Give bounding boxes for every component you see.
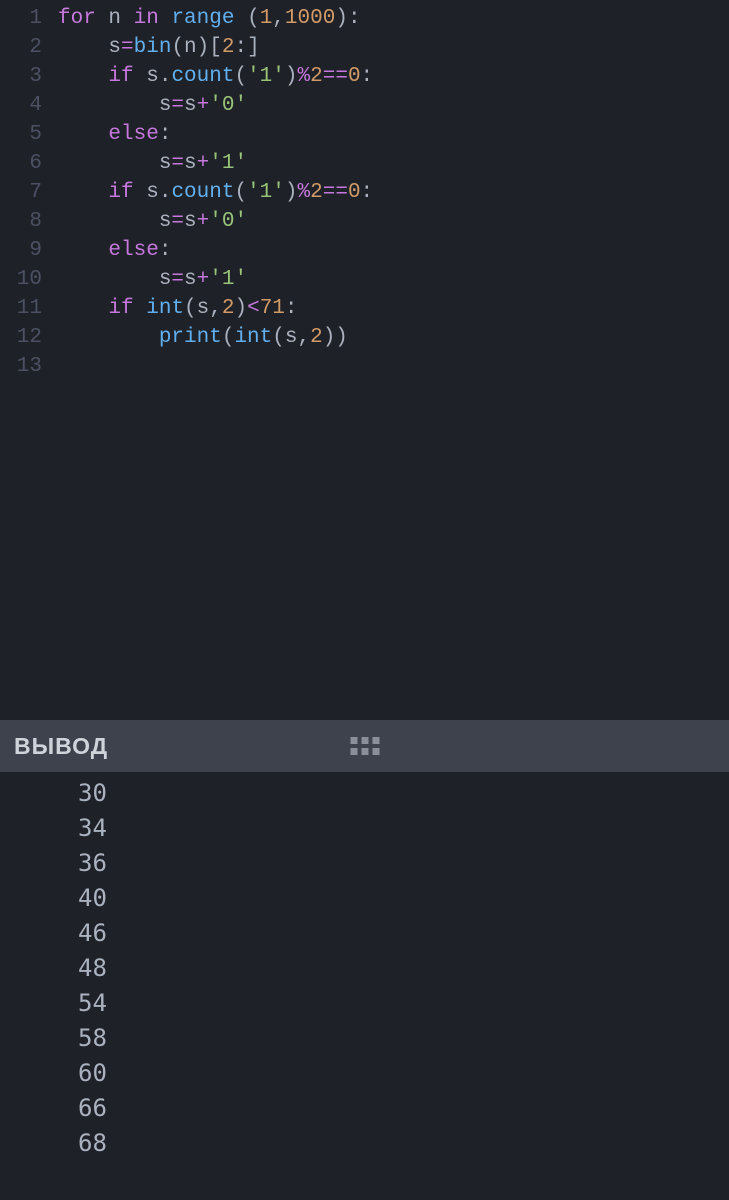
code-line[interactable]: s=s+'1' [58,265,729,294]
line-number: 9 [0,236,42,265]
code-line[interactable]: if s.count('1')%2==0: [58,178,729,207]
output-line: 40 [0,881,729,916]
code-line[interactable]: s=bin(n)[2:] [58,33,729,62]
line-number: 11 [0,294,42,323]
line-number: 2 [0,33,42,62]
output-line: 60 [0,1056,729,1091]
line-number: 13 [0,352,42,381]
output-line: 48 [0,951,729,986]
output-line: 34 [0,811,729,846]
code-line[interactable]: if int(s,2)<71: [58,294,729,323]
output-line: 36 [0,846,729,881]
line-number: 3 [0,62,42,91]
code-editor[interactable]: 12345678910111213 for n in range (1,1000… [0,0,729,720]
code-line[interactable]: s=s+'1' [58,149,729,178]
output-line: 54 [0,986,729,1021]
drag-handle-icon[interactable] [350,737,379,755]
line-number: 5 [0,120,42,149]
output-line: 46 [0,916,729,951]
line-number: 7 [0,178,42,207]
code-line[interactable]: for n in range (1,1000): [58,4,729,33]
code-area[interactable]: for n in range (1,1000): s=bin(n)[2:] if… [58,4,729,720]
output-panel-title: ВЫВОД [14,733,108,760]
output-panel[interactable]: 3034364046485458606668 [0,772,729,1200]
code-line[interactable]: s=s+'0' [58,207,729,236]
line-number: 10 [0,265,42,294]
code-line[interactable]: else: [58,120,729,149]
code-line[interactable]: s=s+'0' [58,91,729,120]
line-number: 6 [0,149,42,178]
output-line: 68 [0,1126,729,1161]
code-line[interactable]: else: [58,236,729,265]
output-panel-header[interactable]: ВЫВОД [0,720,729,772]
code-line[interactable]: if s.count('1')%2==0: [58,62,729,91]
output-line: 66 [0,1091,729,1126]
code-line[interactable]: print(int(s,2)) [58,323,729,352]
line-number: 8 [0,207,42,236]
code-line[interactable] [58,352,729,381]
line-number: 1 [0,4,42,33]
line-number-gutter: 12345678910111213 [0,4,58,720]
output-line: 58 [0,1021,729,1056]
line-number: 4 [0,91,42,120]
line-number: 12 [0,323,42,352]
output-line: 30 [0,776,729,811]
